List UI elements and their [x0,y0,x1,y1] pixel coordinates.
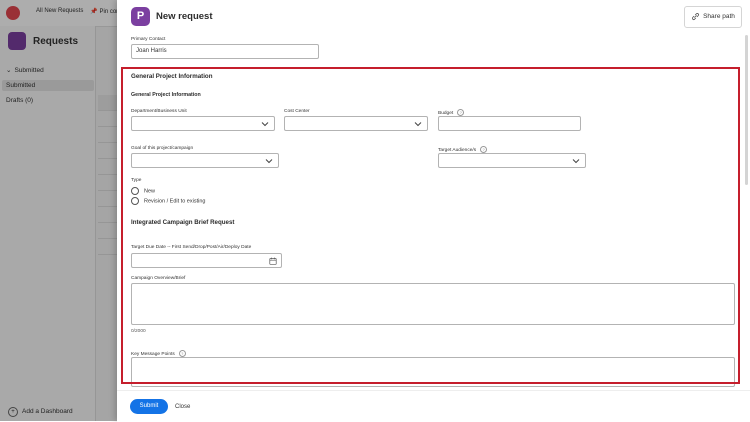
share-path-label: Share path [703,13,735,20]
chevron-down-icon [572,158,580,163]
department-label: Department/Business Unit [131,109,187,114]
campaign-overview-textarea[interactable] [131,283,735,325]
panel-title: New request [156,11,213,22]
panel-footer: Submit Close [117,390,750,422]
panel-scrollbar[interactable] [745,35,748,185]
section-general-title: General Project Information [131,73,213,80]
request-app-icon: P [131,7,150,26]
primary-contact-value: Joan Harris [136,48,167,54]
target-audience-label: Target Audience/s? [438,146,488,153]
type-label: Type [131,178,142,183]
budget-input[interactable] [438,116,581,131]
help-icon[interactable]: ? [480,146,488,153]
calendar-icon[interactable] [269,257,277,265]
type-radio-new[interactable]: New [131,187,155,195]
share-path-button[interactable]: Share path [684,6,742,28]
help-icon[interactable]: ? [457,109,465,116]
submit-button[interactable]: Submit [130,399,168,414]
subsection-general-title: General Project Information [131,92,201,98]
target-due-date-input[interactable] [131,253,282,268]
section-brief-title: Integrated Campaign Brief Request [131,219,235,226]
primary-contact-field[interactable]: Joan Harris [131,44,319,59]
character-counter: 0/2000 [131,329,146,334]
cost-center-label: Cost Center [284,109,310,114]
panel-header: P New request Share path [117,0,750,33]
type-option-label: New [144,188,156,195]
key-message-textarea[interactable] [131,357,735,387]
radio-circle [131,197,139,205]
help-icon[interactable]: ? [178,350,186,357]
target-audience-select[interactable] [438,153,586,168]
type-radio-revision[interactable]: Revision / Edit to existing [131,197,205,205]
goal-select[interactable] [131,153,279,168]
close-button[interactable]: Close [175,404,190,410]
chevron-down-icon [265,158,273,163]
cost-center-select[interactable] [284,116,428,131]
chevron-down-icon [414,121,422,126]
campaign-overview-label: Campaign Overview/Brief [131,276,186,281]
new-request-panel: P New request Share path Primary Contact… [117,0,750,422]
key-message-label: Key Message Points? [131,350,186,357]
budget-label: Budget? [438,109,465,116]
department-select[interactable] [131,116,275,131]
primary-contact-label: Primary Contact [131,37,166,42]
radio-circle [131,187,139,195]
link-icon [692,12,700,20]
type-option-label: Revision / Edit to existing [144,198,206,205]
chevron-down-icon [261,121,269,126]
target-due-date-label: Target Due Date -- First Send/Drop/Post/… [131,245,252,250]
goal-label: Goal of this project/campaign [131,146,194,151]
